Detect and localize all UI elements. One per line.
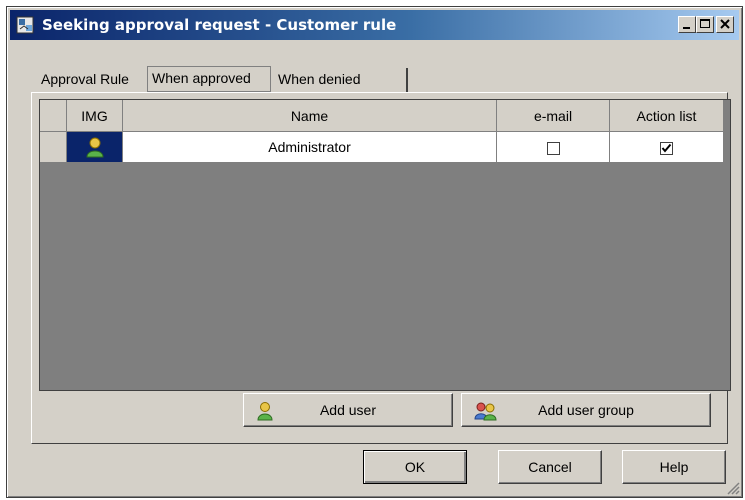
add-user-button[interactable]: Add user bbox=[243, 393, 453, 427]
maximize-icon bbox=[700, 19, 710, 28]
column-header-email[interactable]: e-mail bbox=[497, 100, 610, 132]
add-user-group-label: Add user group bbox=[538, 402, 634, 418]
ok-label: OK bbox=[404, 459, 426, 475]
checkmark-icon bbox=[661, 143, 672, 153]
tab-when-denied[interactable]: When denied bbox=[274, 68, 408, 92]
user-grid[interactable]: IMG Name e-mail Action list Administrato… bbox=[39, 99, 731, 391]
minimize-button[interactable] bbox=[678, 16, 696, 33]
img-cell[interactable] bbox=[67, 132, 123, 162]
add-user-label: Add user bbox=[319, 402, 377, 418]
ok-button[interactable]: OK bbox=[363, 450, 467, 484]
action-list-checkbox[interactable] bbox=[660, 141, 673, 155]
title-bar[interactable]: Seeking approval request - Customer rule bbox=[10, 10, 739, 40]
column-header-name[interactable]: Name bbox=[123, 100, 497, 132]
email-cell bbox=[497, 132, 610, 162]
help-button[interactable]: Help bbox=[622, 450, 726, 484]
cancel-label: Cancel bbox=[528, 459, 572, 475]
row-selector[interactable] bbox=[40, 132, 67, 162]
column-header-img[interactable]: IMG bbox=[67, 100, 123, 132]
cancel-button[interactable]: Cancel bbox=[498, 450, 602, 484]
user-icon bbox=[86, 137, 104, 158]
name-cell[interactable]: Administrator bbox=[123, 132, 497, 162]
minimize-icon bbox=[683, 27, 690, 29]
app-icon bbox=[16, 15, 36, 35]
maximize-button[interactable] bbox=[696, 16, 714, 33]
window-title: Seeking approval request - Customer rule bbox=[42, 16, 397, 34]
close-button[interactable] bbox=[716, 16, 734, 33]
resize-grip-icon[interactable] bbox=[726, 481, 740, 495]
email-checkbox[interactable] bbox=[546, 141, 560, 155]
dialog-window: Seeking approval request - Customer rule… bbox=[6, 6, 743, 498]
tab-approval-rule[interactable]: Approval Rule bbox=[37, 68, 145, 92]
add-user-group-button[interactable]: Add user group bbox=[461, 393, 711, 427]
action-list-cell bbox=[610, 132, 723, 162]
close-icon bbox=[720, 19, 730, 29]
row-selector-header bbox=[40, 100, 67, 132]
column-header-action-list[interactable]: Action list bbox=[610, 100, 723, 132]
help-label: Help bbox=[659, 459, 689, 475]
tab-when-approved[interactable]: When approved bbox=[147, 66, 271, 92]
